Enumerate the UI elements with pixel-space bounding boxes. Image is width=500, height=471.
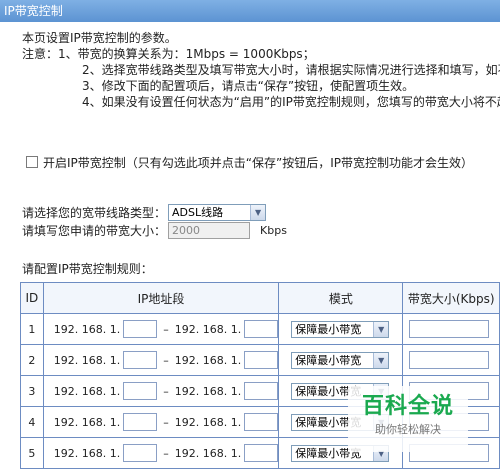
page-title: IP带宽控制 [4,4,63,18]
chevron-down-icon[interactable]: ▼ [373,352,389,368]
ip-prefix-start: 192. 168. 1. [53,384,121,398]
header-ip-range: IP地址段 [42,282,280,314]
rule-bandwidth-input[interactable] [409,351,490,369]
ip-range-cell: 192. 168. 1. – 192. 168. 1. [42,437,280,469]
intro-line: 3、修改下面的配置项后，请点击“保存”按钮，使配置项生效。 [82,79,415,93]
row-id: 3 [20,375,44,407]
chevron-down-icon[interactable]: ▼ [250,205,266,220]
intro-line: 本页设置IP带宽控制的参数。 [22,31,177,45]
line-type-label: 请选择您的宽带线路类型： [22,206,167,220]
enable-bandwidth-control-checkbox[interactable] [26,156,38,168]
bandwidth-row: 请填写您申请的带宽大小： 2000 Kbps [22,222,287,239]
mode-select[interactable]: 保障最小带宽 ▼ [291,351,390,369]
ip-range-cell: 192. 168. 1. – 192. 168. 1. [42,313,280,345]
enable-bandwidth-control-label: 开启IP带宽控制（只有勾选此项并点击“保存”按钮后，IP带宽控制功能才会生效） [43,155,473,170]
mode-select[interactable]: 保障最小带宽 ▼ [291,320,390,338]
ip-range-dash: – [163,322,169,336]
page-title-bar: IP带宽控制 [0,0,500,22]
ip-prefix-start: 192. 168. 1. [53,446,121,460]
row-id: 5 [20,437,44,469]
ip-start-input[interactable] [123,382,158,400]
ip-prefix-end: 192. 168. 1. [174,322,242,336]
ip-prefix-start: 192. 168. 1. [53,322,121,336]
ip-prefix-start: 192. 168. 1. [53,415,121,429]
bandwidth-value: 2000 [172,224,201,237]
ip-prefix-start: 192. 168. 1. [53,353,121,367]
ip-end-input[interactable] [244,444,279,462]
line-type-value: ADSL线路 [172,206,224,219]
mode-cell: 保障最小带宽 ▼ [278,344,404,376]
ip-start-input[interactable] [123,320,158,338]
row-id: 1 [20,313,44,345]
line-type-select[interactable]: ADSL线路 ▼ [168,204,267,221]
ip-prefix-end: 192. 168. 1. [174,415,242,429]
rules-section-title: 请配置IP带宽控制规则： [22,262,153,276]
ip-range-dash: – [163,415,169,429]
watermark: 百科全说 助你轻松解决 [348,386,468,452]
ip-range-dash: – [163,384,169,398]
enable-bandwidth-control-row[interactable]: 开启IP带宽控制（只有勾选此项并点击“保存”按钮后，IP带宽控制功能才会生效） [26,154,473,170]
ip-prefix-end: 192. 168. 1. [174,353,242,367]
ip-range-dash: – [163,353,169,367]
ip-end-input[interactable] [244,320,279,338]
chevron-down-icon[interactable]: ▼ [373,321,389,337]
mode-cell: 保障最小带宽 ▼ [278,313,404,345]
watermark-slogan: 助你轻松解决 [375,423,441,436]
mode-value: 保障最小带宽 [295,322,362,336]
intro-notes: 本页设置IP带宽控制的参数。 注意：1、带宽的换算关系为：1Mbps = 100… [22,30,500,110]
mode-value: 保障最小带宽 [295,353,362,367]
bandwidth-cell [402,313,500,345]
row-id: 4 [20,406,44,438]
bandwidth-input[interactable]: 2000 [168,222,251,239]
header-id: ID [20,282,44,314]
bandwidth-unit: Kbps [260,224,287,237]
table-row: 1 192. 168. 1. – 192. 168. 1. 保障最小带宽 ▼ [20,313,500,345]
ip-range-cell: 192. 168. 1. – 192. 168. 1. [42,344,280,376]
ip-range-cell: 192. 168. 1. – 192. 168. 1. [42,406,280,438]
ip-prefix-end: 192. 168. 1. [174,446,242,460]
row-id: 2 [20,344,44,376]
intro-line: 2、选择宽带线路类型及填写带宽大小时，请根据实际情况进行选择和填写，如不清楚 [82,63,500,77]
ip-start-input[interactable] [123,351,158,369]
ip-end-input[interactable] [244,351,279,369]
bandwidth-label: 请填写您申请的带宽大小： [22,224,167,238]
line-type-row: 请选择您的宽带线路类型： ADSL线路 ▼ [22,204,267,221]
ip-start-input[interactable] [123,444,158,462]
ip-end-input[interactable] [244,413,279,431]
ip-range-dash: – [163,446,169,460]
table-row: 2 192. 168. 1. – 192. 168. 1. 保障最小带宽 ▼ [20,344,500,376]
ip-end-input[interactable] [244,382,279,400]
header-bandwidth: 带宽大小(Kbps) [402,282,500,314]
ip-start-input[interactable] [123,413,158,431]
watermark-logo: 百科全说 [361,394,454,419]
rule-bandwidth-input[interactable] [409,320,490,338]
bandwidth-cell [402,344,500,376]
header-mode: 模式 [278,282,404,314]
ip-range-cell: 192. 168. 1. – 192. 168. 1. [42,375,280,407]
rules-table-header-row: ID IP地址段 模式 带宽大小(Kbps) [20,282,500,314]
intro-line: 4、如果没有设置任何状态为“启用”的IP带宽控制规则，您填写的带宽大小将不起作 [82,95,500,109]
ip-prefix-end: 192. 168. 1. [174,384,242,398]
intro-line: 注意：1、带宽的换算关系为：1Mbps = 1000Kbps； [22,47,315,61]
